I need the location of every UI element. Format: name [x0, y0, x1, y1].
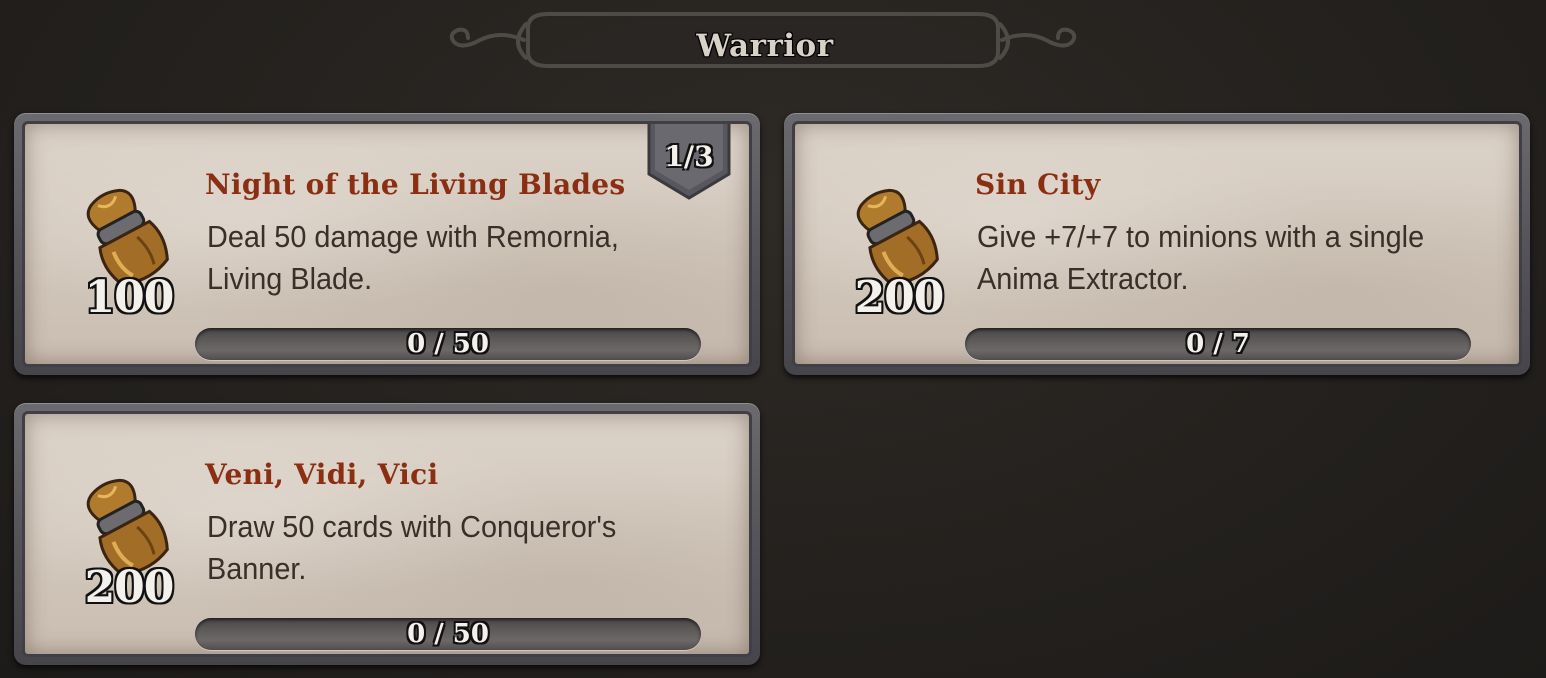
progress-bar: 0 / 7	[965, 328, 1471, 360]
reward: 200	[839, 184, 949, 334]
achievement-title: Sin City	[975, 168, 1101, 201]
reward-amount: 100	[84, 272, 175, 323]
reward: 100	[69, 184, 179, 334]
achievement-card[interactable]: 100 Night of the Living Blades Deal 50 d…	[14, 113, 760, 375]
progress-text: 0 / 50	[407, 329, 489, 359]
class-title: Warrior	[696, 28, 834, 64]
progress-text: 0 / 50	[407, 619, 489, 649]
reward-amount: 200	[84, 562, 175, 613]
tier-text: 1/3	[664, 140, 714, 173]
achievement-title: Veni, Vidi, Vici	[205, 458, 439, 491]
reward: 200	[69, 474, 179, 624]
reward-amount: 200	[854, 272, 945, 323]
class-header: Warrior	[440, 8, 1090, 72]
achievement-card[interactable]: 200 Sin City Give +7/+7 to minions with …	[784, 113, 1530, 375]
achievement-description: Draw 50 cards with Conqueror's Banner.	[207, 509, 617, 586]
achievement-description: Give +7/+7 to minions with a single Anim…	[977, 219, 1425, 296]
progress-bar: 0 / 50	[195, 618, 701, 650]
achievement-description: Deal 50 damage with Remornia, Living Bla…	[207, 219, 619, 296]
achievement-title: Night of the Living Blades	[205, 168, 626, 201]
tier-badge: 1/3	[645, 124, 733, 202]
progress-bar: 0 / 50	[195, 328, 701, 360]
progress-text: 0 / 7	[1186, 329, 1250, 359]
achievement-card[interactable]: 200 Veni, Vidi, Vici Draw 50 cards with …	[14, 403, 760, 665]
